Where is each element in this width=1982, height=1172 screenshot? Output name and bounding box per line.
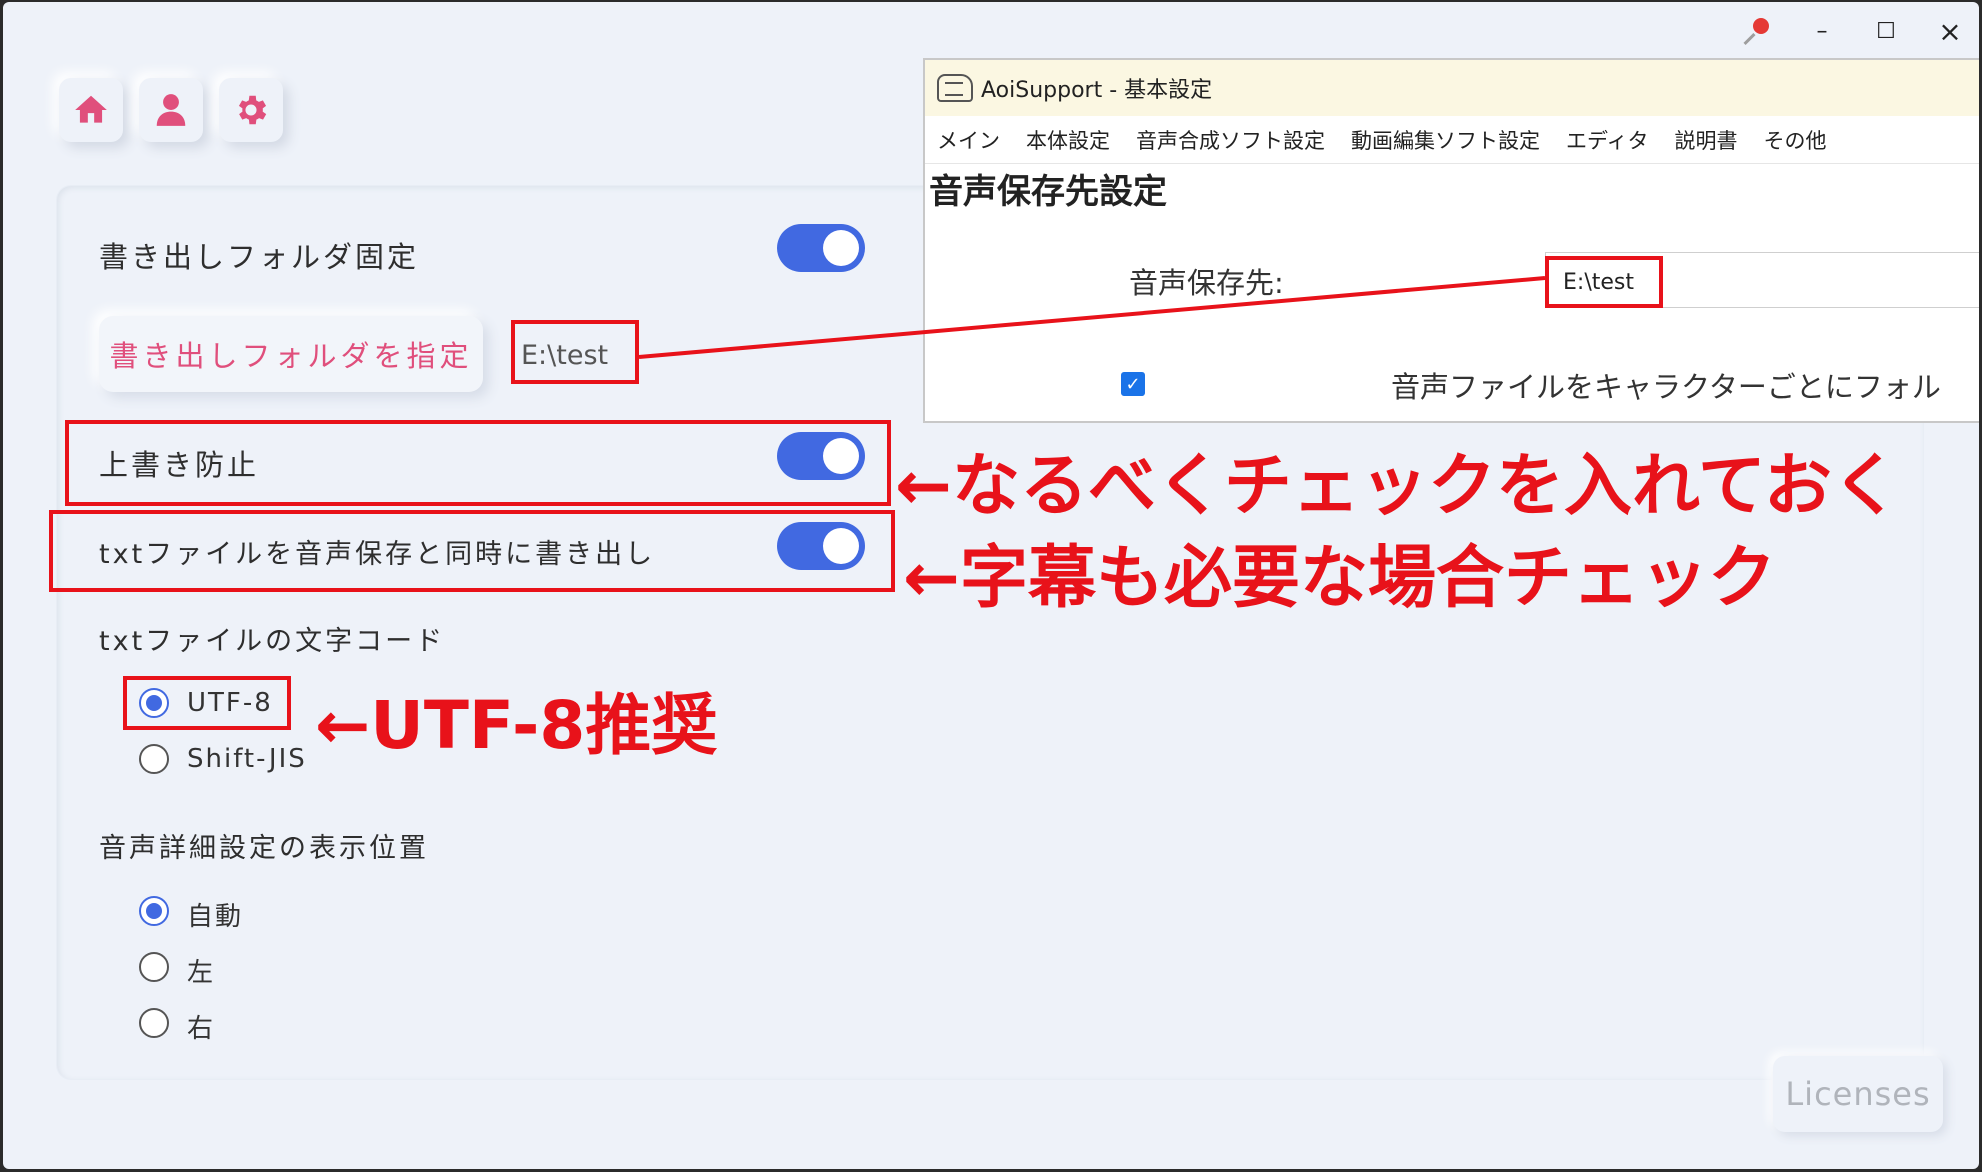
txt-export-highlight-box: [49, 510, 895, 592]
overwrite-annotation: ←なるべくチェックを入れておく: [895, 447, 1900, 526]
settings-window: – ☐ × 書き出しフォルダ固定 書き出しフォルダを指定 E:\test 上書き…: [3, 2, 1979, 1169]
utf8-highlight-box: [123, 676, 291, 730]
overwrite-highlight-box: [65, 420, 891, 506]
utf8-annotation: ←UTF-8推奨: [315, 687, 718, 764]
subtitle-annotation: ←字幕も必要な場合チェック: [903, 539, 1776, 618]
